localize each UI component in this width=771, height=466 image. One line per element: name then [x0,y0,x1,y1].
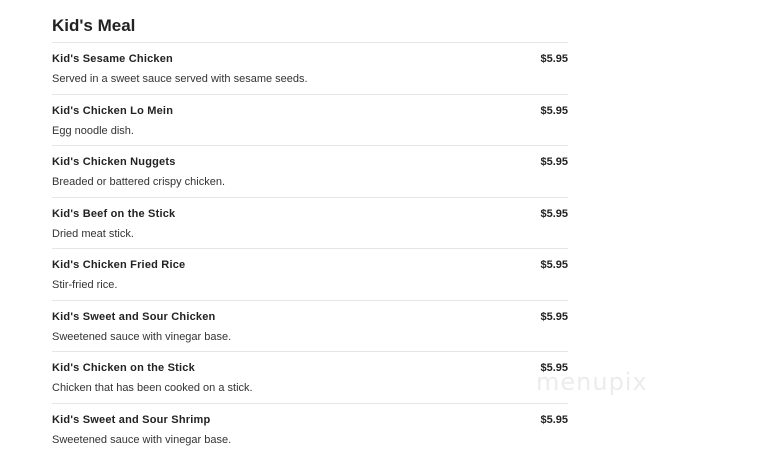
menu-item-description: Dried meat stick. [52,227,134,240]
menu-item-list: Kid's Sesame Chicken $5.95 Served in a s… [52,43,568,455]
menu-item: Kid's Chicken Nuggets $5.95 Breaded or b… [52,146,568,198]
menu-section-kids-meal: Kid's Meal Kid's Sesame Chicken $5.95 Se… [52,0,568,455]
section-title: Kid's Meal [52,0,568,43]
menu-item-description: Served in a sweet sauce served with sesa… [52,73,308,85]
menu-item-price: $5.95 [540,310,568,323]
menu-item-description: Egg noodle dish. [52,124,134,137]
menu-item-price: $5.95 [540,207,568,220]
menu-item-name: Kid's Sesame Chicken [52,53,173,65]
menu-item-name: Kid's Chicken Nuggets [52,156,176,168]
menu-item-name: Kid's Beef on the Stick [52,207,176,220]
menu-item: Kid's Sweet and Sour Chicken $5.95 Sweet… [52,301,568,352]
menu-item-name: Kid's Chicken Lo Mein [52,104,174,117]
menu-item-price: $5.95 [540,413,568,426]
menu-item-name: Kid's Chicken on the Stick [52,362,195,374]
menu-item-price: $5.95 [540,259,568,271]
menu-item-name: Kid's Chicken Fried Rice [52,259,186,271]
menu-item: Kid's Chicken on the Stick $5.95 Chicken… [52,352,568,404]
menu-item-name: Kid's Sweet and Sour Shrimp [52,413,211,426]
menu-item-price: $5.95 [540,104,568,117]
menu-item-description: Breaded or battered crispy chicken. [52,176,226,188]
menu-item-name: Kid's Sweet and Sour Chicken [52,310,216,323]
menu-item: Kid's Chicken Lo Mein $5.95 Egg noodle d… [52,95,568,146]
menu-item-description: Sweetened sauce with vinegar base. [52,330,232,343]
menu-item: Kid's Beef on the Stick $5.95 Dried meat… [52,198,568,249]
menu-item-description: Chicken that has been cooked on a stick. [52,382,253,394]
menu-item-price: $5.95 [540,362,568,374]
menu-item-price: $5.95 [540,156,568,168]
menu-item: Kid's Chicken Fried Rice $5.95 Stir-frie… [52,249,568,301]
menu-item: Kid's Sweet and Sour Shrimp $5.95 Sweete… [52,404,568,456]
menu-item-price: $5.95 [540,53,568,65]
menu-item: Kid's Sesame Chicken $5.95 Served in a s… [52,43,568,95]
menu-item-description: Stir-fried rice. [52,279,118,291]
menu-item-description: Sweetened sauce with vinegar base. [52,433,232,446]
